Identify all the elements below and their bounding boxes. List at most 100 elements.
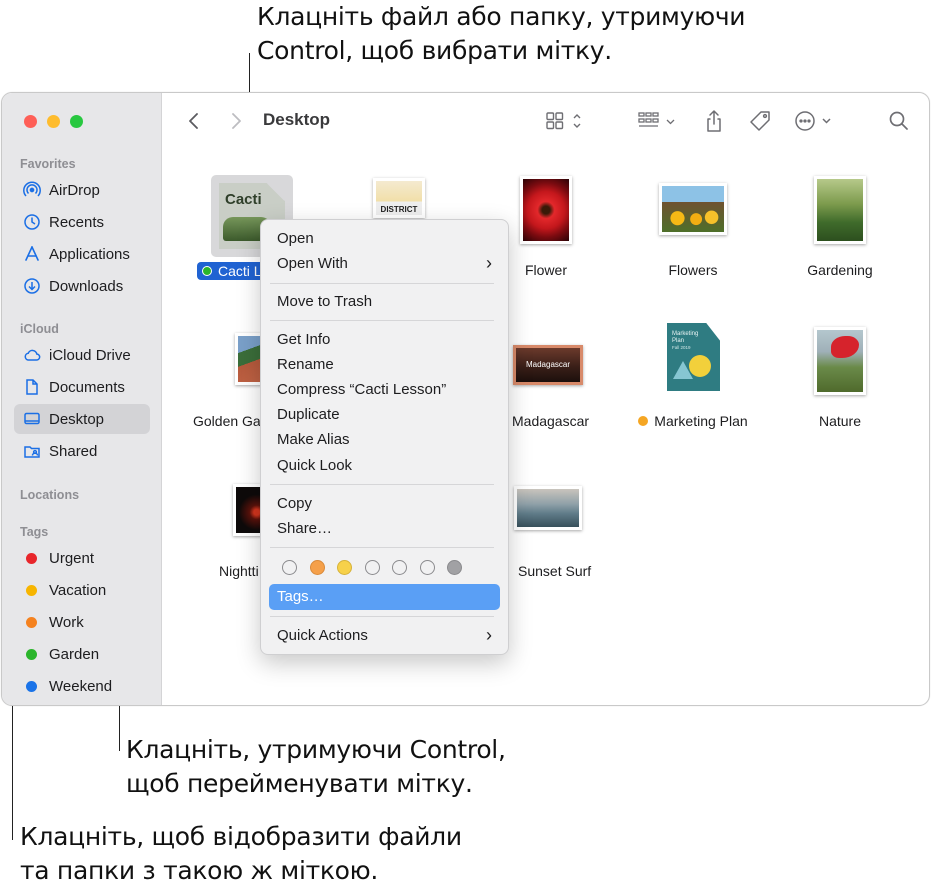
district-thumb: DISTRICT bbox=[373, 178, 425, 218]
airdrop-icon bbox=[23, 181, 41, 199]
file-item-marketing-plan[interactable]: Marketing Plan Fall 2019 Marketing Plan bbox=[623, 323, 763, 443]
shared-folder-icon bbox=[23, 442, 41, 460]
menu-item-compress[interactable]: Compress “Cacti Lesson” bbox=[277, 381, 446, 398]
menu-tag-orange[interactable] bbox=[310, 560, 325, 575]
menu-tag-none-1[interactable] bbox=[282, 560, 297, 575]
close-window-button[interactable] bbox=[24, 115, 37, 128]
menu-item-get-info[interactable]: Get Info bbox=[277, 331, 330, 348]
tag-dot-vacation-file bbox=[638, 416, 649, 426]
sidebar-item-recents[interactable]: Recents bbox=[14, 207, 150, 237]
share-button[interactable] bbox=[701, 107, 727, 135]
zoom-window-button[interactable] bbox=[70, 115, 83, 128]
sidebar-item-applications[interactable]: Applications bbox=[14, 239, 150, 269]
district-thumb-text: DISTRICT bbox=[380, 205, 418, 214]
flower-thumb bbox=[520, 176, 572, 244]
window-title: Desktop bbox=[263, 110, 331, 129]
sidebar-tag-work[interactable]: Work bbox=[14, 607, 150, 637]
chevron-right-icon bbox=[232, 113, 241, 129]
sidebar-header-icloud: iCloud bbox=[20, 322, 59, 336]
menu-separator bbox=[270, 484, 494, 485]
tag-dot-vacation bbox=[26, 584, 37, 596]
sidebar-item-downloads[interactable]: Downloads bbox=[14, 271, 150, 301]
sidebar-item-documents[interactable]: Documents bbox=[14, 372, 150, 402]
flowers-thumb bbox=[659, 183, 727, 235]
madagascar-thumb-text: Madagascar bbox=[525, 360, 571, 369]
menu-item-quick-look[interactable]: Quick Look bbox=[277, 457, 352, 474]
menu-tag-none-4[interactable] bbox=[420, 560, 435, 575]
forward-button[interactable] bbox=[225, 107, 247, 135]
tag-button[interactable] bbox=[745, 107, 775, 135]
menu-tag-none-3[interactable] bbox=[392, 560, 407, 575]
cacti-thumb-title: Cacti bbox=[225, 191, 262, 208]
back-button[interactable] bbox=[183, 107, 205, 135]
file-label-gardening: Gardening bbox=[807, 262, 873, 278]
sidebar-item-icloud-drive[interactable]: iCloud Drive bbox=[14, 340, 150, 370]
menu-item-quick-actions[interactable]: Quick Actions bbox=[277, 627, 368, 644]
file-item-gardening[interactable]: Gardening bbox=[770, 173, 910, 293]
menu-tag-yellow[interactable] bbox=[337, 560, 352, 575]
sidebar-tag-urgent[interactable]: Urgent bbox=[14, 543, 150, 573]
sidebar-item-airdrop[interactable]: AirDrop bbox=[14, 175, 150, 205]
sidebar-tag-weekend[interactable]: Weekend bbox=[14, 671, 150, 701]
applications-icon bbox=[23, 245, 41, 263]
file-label-nature: Nature bbox=[818, 413, 862, 429]
menu-separator bbox=[270, 616, 494, 617]
search-button[interactable] bbox=[885, 107, 913, 135]
marketing-plan-triangle bbox=[673, 361, 693, 379]
menu-tag-gray[interactable] bbox=[447, 560, 462, 575]
gardening-thumb bbox=[814, 176, 866, 244]
ellipsis-circle-icon bbox=[795, 111, 831, 131]
marketing-plan-doc-title: Marketing Plan bbox=[672, 331, 699, 344]
sunset-surf-thumb bbox=[514, 486, 582, 530]
icon-grid-icon bbox=[546, 112, 581, 130]
tag-dot-garden-file bbox=[202, 266, 212, 276]
sidebar: Favorites AirDrop Recents Applications D… bbox=[2, 93, 162, 705]
file-label-marketing-plan: Marketing Plan bbox=[623, 413, 763, 429]
group-grid-icon bbox=[638, 112, 675, 127]
view-mode-button[interactable] bbox=[543, 107, 587, 135]
sidebar-header-locations: Locations bbox=[20, 488, 80, 502]
sidebar-tag-vacation[interactable]: Vacation bbox=[14, 575, 150, 605]
file-item-nature[interactable]: Nature bbox=[770, 323, 910, 443]
menu-item-open-with[interactable]: Open With bbox=[277, 255, 348, 272]
clock-icon bbox=[23, 213, 41, 231]
menu-item-tags[interactable]: Tags… bbox=[269, 584, 500, 610]
callout-middle: Клацніть, утримуючи Control, щоб перейме… bbox=[126, 735, 506, 798]
menu-item-duplicate[interactable]: Duplicate bbox=[277, 406, 340, 423]
chevron-left-icon bbox=[189, 113, 198, 129]
menu-item-rename[interactable]: Rename bbox=[277, 356, 334, 373]
menu-separator bbox=[270, 320, 494, 321]
callout-bottom: Клацніть, щоб відобразити файли та папки… bbox=[20, 822, 462, 885]
menu-item-open[interactable]: Open bbox=[277, 230, 314, 247]
cloud-icon bbox=[23, 346, 41, 364]
sidebar-tag-garden[interactable]: Garden bbox=[14, 639, 150, 669]
sidebar-item-desktop[interactable]: Desktop bbox=[14, 404, 150, 434]
menu-tag-none-2[interactable] bbox=[365, 560, 380, 575]
search-icon bbox=[889, 111, 908, 130]
sidebar-header-favorites: Favorites bbox=[20, 157, 76, 171]
menu-item-move-to-trash[interactable]: Move to Trash bbox=[277, 293, 372, 310]
context-menu: Open Open With › Move to Trash Get Info … bbox=[260, 219, 509, 655]
nature-thumb-red bbox=[831, 336, 859, 358]
tag-dot-garden bbox=[26, 648, 37, 660]
download-icon bbox=[23, 277, 41, 295]
sidebar-header-tags: Tags bbox=[20, 525, 49, 539]
menu-item-share[interactable]: Share… bbox=[277, 520, 332, 537]
menu-separator bbox=[270, 547, 494, 548]
menu-item-make-alias[interactable]: Make Alias bbox=[277, 431, 350, 448]
callout-top: Клацніть файл або папку, утримуючи Contr… bbox=[257, 2, 746, 65]
group-button[interactable] bbox=[637, 107, 681, 135]
minimize-window-button[interactable] bbox=[47, 115, 60, 128]
sidebar-item-shared[interactable]: Shared bbox=[14, 436, 150, 466]
menu-item-copy[interactable]: Copy bbox=[277, 495, 312, 512]
marketing-plan-doc-sub: Fall 2019 bbox=[672, 345, 691, 350]
more-actions-button[interactable] bbox=[793, 107, 837, 135]
desktop-icon bbox=[23, 410, 41, 428]
quick-actions-submenu-arrow-icon: › bbox=[486, 625, 492, 645]
tag-dot-urgent bbox=[26, 552, 37, 564]
nature-thumb bbox=[814, 327, 866, 395]
menu-separator bbox=[270, 283, 494, 284]
marketing-plan-doc: Marketing Plan Fall 2019 bbox=[667, 323, 720, 391]
file-item-flowers[interactable]: Flowers bbox=[623, 173, 763, 293]
file-label-sunset-surf: Sunset Surf bbox=[518, 563, 592, 579]
